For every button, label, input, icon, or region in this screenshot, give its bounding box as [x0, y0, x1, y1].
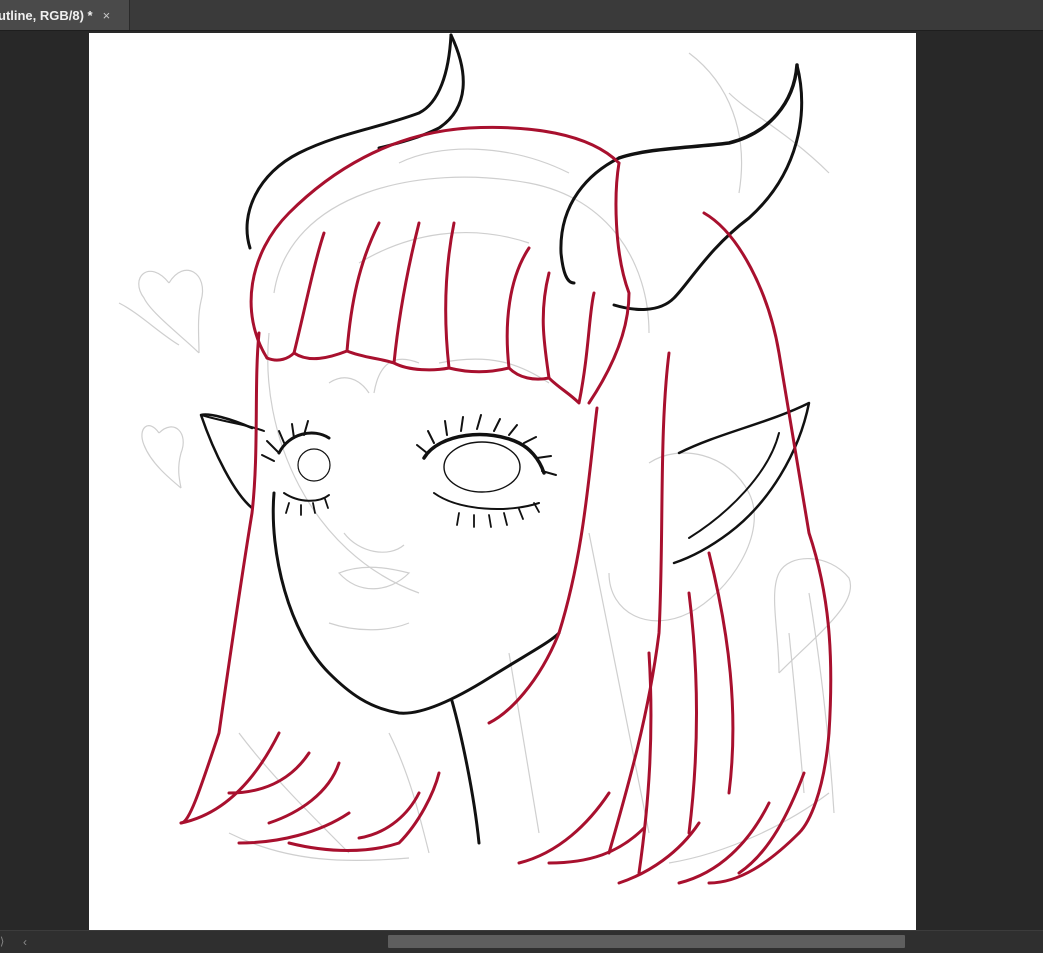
- hair-layer: [179, 125, 833, 885]
- drawing-canvas[interactable]: [89, 33, 916, 930]
- scrollbar-thumb[interactable]: [388, 935, 905, 948]
- document-tab-title: utline, RGB/8) *: [0, 7, 93, 23]
- artwork: [118, 33, 852, 885]
- workspace: [0, 31, 1043, 930]
- chevron-left-icon[interactable]: ‹: [18, 934, 32, 950]
- document-tab[interactable]: utline, RGB/8) * ×: [0, 0, 130, 30]
- ink-layer: [199, 33, 811, 845]
- sketch-layer: [118, 52, 852, 864]
- close-icon[interactable]: ×: [103, 8, 111, 23]
- scroll-edge-icon[interactable]: ⟩: [0, 934, 10, 950]
- document-tab-bar: utline, RGB/8) * ×: [0, 0, 1043, 31]
- horizontal-scrollbar[interactable]: ⟩ ‹: [0, 930, 1043, 953]
